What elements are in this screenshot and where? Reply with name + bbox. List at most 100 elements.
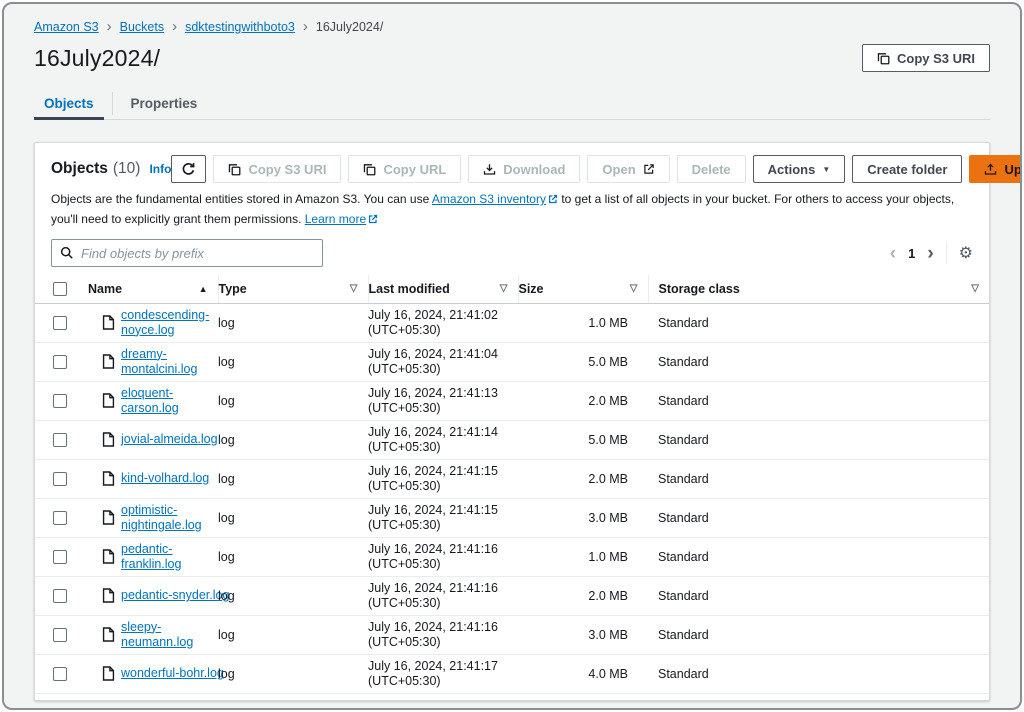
upload-icon: [984, 163, 997, 176]
preferences-gear-icon[interactable]: ⚙: [959, 243, 973, 263]
delete-button[interactable]: Delete: [677, 155, 746, 183]
row-checkbox[interactable]: [53, 316, 67, 330]
object-name-link[interactable]: dreamy- montalcini.log: [121, 347, 197, 377]
object-name-link[interactable]: eloquent- carson.log: [121, 386, 179, 416]
file-icon: [102, 549, 115, 564]
row-checkbox[interactable]: [53, 511, 67, 525]
object-size: 2.0 MB: [518, 459, 648, 498]
object-name-line: pedantic-snyder.log: [121, 588, 229, 603]
current-page-number[interactable]: 1: [908, 246, 915, 261]
object-name-line: eloquent-: [121, 386, 179, 401]
object-name-link[interactable]: sleepy- neumann.log: [121, 620, 193, 650]
external-link-icon: [548, 191, 558, 210]
copy-icon: [363, 163, 376, 176]
breadcrumb-buckets[interactable]: Buckets: [120, 20, 164, 34]
create-folder-button[interactable]: Create folder: [852, 155, 962, 183]
object-name-link[interactable]: pedantic- franklin.log: [121, 542, 181, 572]
object-storage-class: Standard: [648, 303, 989, 342]
column-header-name[interactable]: Name: [88, 282, 122, 296]
learn-more-link[interactable]: Learn more: [305, 212, 366, 226]
sort-ascending-icon[interactable]: ▲: [199, 284, 208, 294]
object-name-line: neumann.log: [121, 635, 193, 650]
object-name-link[interactable]: condescending- noyce.log: [121, 308, 209, 338]
object-name-link[interactable]: pedantic-snyder.log: [121, 588, 229, 603]
object-storage-class: Standard: [648, 381, 989, 420]
column-header-storage-class[interactable]: Storage class: [659, 282, 740, 296]
row-checkbox[interactable]: [53, 355, 67, 369]
breadcrumb-bucket-name[interactable]: sdktestingwithboto3: [185, 20, 295, 34]
previous-page-button[interactable]: ‹: [890, 244, 896, 263]
object-last-modified: July 16, 2024, 21:41:04 (UTC+05:30): [368, 342, 518, 381]
object-name-line: wonderful-bohr.log: [121, 666, 224, 681]
object-size: 5.0 MB: [518, 342, 648, 381]
modified-date: July 16, 2024, 21:41:02: [368, 308, 518, 323]
object-last-modified: July 16, 2024, 21:41:14 (UTC+05:30): [368, 420, 518, 459]
copy-s3-uri-header-button[interactable]: Copy S3 URI: [862, 44, 990, 72]
column-header-last-modified[interactable]: Last modified: [369, 282, 450, 296]
row-checkbox[interactable]: [53, 394, 67, 408]
object-storage-class: Standard: [648, 342, 989, 381]
actions-dropdown-button[interactable]: Actions ▼: [753, 155, 846, 183]
breadcrumb-separator-icon: ›: [303, 19, 308, 34]
object-type: log: [218, 303, 368, 342]
row-checkbox[interactable]: [53, 589, 67, 603]
object-type: log: [218, 537, 368, 576]
next-page-button[interactable]: ›: [927, 244, 933, 263]
copy-s3-uri-button[interactable]: Copy S3 URI: [213, 155, 341, 183]
row-checkbox[interactable]: [53, 472, 67, 486]
object-last-modified: July 16, 2024, 21:41:02 (UTC+05:30): [368, 303, 518, 342]
file-icon: [102, 432, 115, 447]
object-last-modified: July 16, 2024, 21:41:16 (UTC+05:30): [368, 537, 518, 576]
file-icon: [102, 666, 115, 681]
object-size: 1.0 MB: [518, 537, 648, 576]
upload-button[interactable]: Upload: [969, 155, 1022, 183]
download-label: Download: [503, 162, 565, 177]
object-storage-class: Standard: [648, 576, 989, 615]
copy-url-button[interactable]: Copy URL: [348, 155, 461, 183]
column-header-type[interactable]: Type: [219, 282, 247, 296]
search-input[interactable]: [81, 246, 314, 261]
object-name-link[interactable]: wonderful-bohr.log: [121, 666, 224, 681]
object-size: 2.0 MB: [518, 576, 648, 615]
object-last-modified: July 16, 2024, 21:41:13 (UTC+05:30): [368, 381, 518, 420]
sort-icon[interactable]: ▽: [630, 283, 638, 294]
modified-date: July 16, 2024, 21:41:13: [368, 386, 518, 401]
row-checkbox[interactable]: [53, 550, 67, 564]
open-button[interactable]: Open: [587, 155, 669, 183]
caret-down-icon: ▼: [822, 165, 830, 174]
open-label: Open: [602, 162, 635, 177]
row-checkbox[interactable]: [53, 667, 67, 681]
modified-date: July 16, 2024, 21:41:16: [368, 542, 518, 557]
row-checkbox[interactable]: [53, 433, 67, 447]
object-name-link[interactable]: jovial-almeida.log: [121, 432, 218, 447]
info-link[interactable]: Info: [149, 162, 171, 176]
tab-objects[interactable]: Objects: [34, 88, 104, 119]
row-checkbox[interactable]: [53, 628, 67, 642]
modified-timezone: (UTC+05:30): [368, 362, 518, 377]
sort-icon[interactable]: ▽: [500, 283, 508, 294]
modified-timezone: (UTC+05:30): [368, 635, 518, 650]
amazon-s3-inventory-link[interactable]: Amazon S3 inventory: [432, 192, 546, 206]
object-name-line: jovial-almeida.log: [121, 432, 218, 447]
object-type: log: [218, 459, 368, 498]
external-link-icon: [368, 211, 378, 230]
download-icon: [483, 163, 496, 176]
breadcrumb-current-folder: 16July2024/: [316, 20, 383, 34]
breadcrumb-amazon-s3[interactable]: Amazon S3: [34, 20, 99, 34]
object-name-line: condescending-: [121, 308, 209, 323]
object-last-modified: July 16, 2024, 21:41:15 (UTC+05:30): [368, 498, 518, 537]
object-name-link[interactable]: optimistic- nightingale.log: [121, 503, 202, 533]
object-type: log: [218, 342, 368, 381]
tab-properties[interactable]: Properties: [121, 88, 208, 119]
inventory-link-label: Amazon S3 inventory: [432, 192, 546, 206]
modified-timezone: (UTC+05:30): [368, 518, 518, 533]
download-button[interactable]: Download: [468, 155, 580, 183]
object-name-link[interactable]: kind-volhard.log: [121, 471, 209, 486]
refresh-button[interactable]: [171, 155, 206, 183]
object-storage-class: Standard: [648, 498, 989, 537]
column-header-size[interactable]: Size: [519, 282, 544, 296]
sort-icon[interactable]: ▽: [350, 283, 358, 294]
object-type: log: [218, 615, 368, 654]
select-all-checkbox[interactable]: [53, 282, 67, 296]
sort-icon[interactable]: ▽: [971, 283, 979, 294]
